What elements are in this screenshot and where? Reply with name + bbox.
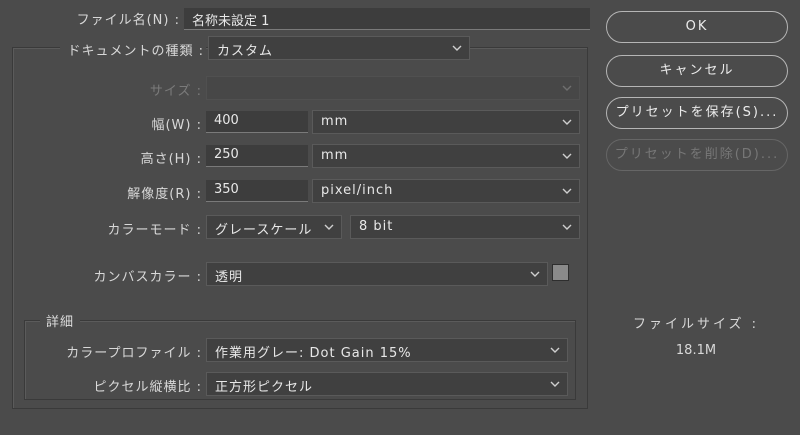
file-name-input[interactable]: 名称未設定 1 [184,8,590,30]
bit-depth-select[interactable]: 8 bit [350,215,580,239]
ok-button[interactable]: OK [606,11,788,43]
chevron-down-icon [561,116,573,128]
width-input[interactable]: 400 [206,111,308,133]
width-label: 幅(W) : [151,118,202,133]
height-unit-value: mm [321,148,349,163]
color-mode-value: グレースケール [215,223,313,238]
doc-type-select[interactable]: カスタム [208,36,470,60]
chevron-down-icon [549,344,561,356]
color-mode-label: カラーモード : [107,223,202,238]
resolution-input[interactable]: 350 [206,180,308,202]
chevron-down-icon [529,268,541,280]
save-preset-button[interactable]: プリセットを保存(S)... [606,97,788,129]
bit-depth-value: 8 bit [359,219,394,234]
height-input[interactable]: 250 [206,145,308,167]
size-select [206,76,580,100]
color-profile-label: カラープロファイル : [66,346,202,361]
chevron-down-icon [561,221,573,233]
width-unit-value: mm [321,114,349,129]
pixel-aspect-select[interactable]: 正方形ピクセル [206,372,568,396]
chevron-down-icon [451,42,463,54]
canvas-color-select[interactable]: 透明 [206,262,548,286]
resolution-label: 解像度(R) : [127,187,202,202]
width-unit-select[interactable]: mm [312,110,580,134]
doc-type-value: カスタム [217,44,274,59]
file-size-label: ファイルサイズ : [632,317,760,332]
file-size-value: 18.1M [675,343,717,358]
advanced-legend: 詳細 [40,311,81,330]
pixel-aspect-label: ピクセル縦横比 : [93,380,202,395]
size-label: サイズ : [149,84,202,99]
color-profile-select[interactable]: 作業用グレー: Dot Gain 15% [206,338,568,362]
chevron-down-icon [549,378,561,390]
pixel-aspect-value: 正方形ピクセル [215,380,314,395]
resolution-unit-select[interactable]: pixel/inch [312,179,580,203]
doc-type-label: ドキュメントの種類 : [60,40,206,59]
file-name-label: ファイル名(N) : [76,13,180,28]
chevron-down-icon [561,150,573,162]
chevron-down-icon [561,185,573,197]
height-unit-select[interactable]: mm [312,144,580,168]
canvas-color-value: 透明 [215,270,244,285]
chevron-down-icon [323,221,335,233]
resolution-unit-value: pixel/inch [321,183,394,198]
cancel-button[interactable]: キャンセル [606,55,788,87]
color-profile-value: 作業用グレー: Dot Gain 15% [215,346,412,361]
height-label: 高さ(H) : [140,152,202,167]
chevron-down-icon [561,82,573,94]
canvas-color-label: カンバスカラー : [93,270,202,285]
color-mode-select[interactable]: グレースケール [206,215,342,239]
delete-preset-button: プリセットを削除(D)... [606,139,788,171]
canvas-color-swatch[interactable] [552,264,569,281]
